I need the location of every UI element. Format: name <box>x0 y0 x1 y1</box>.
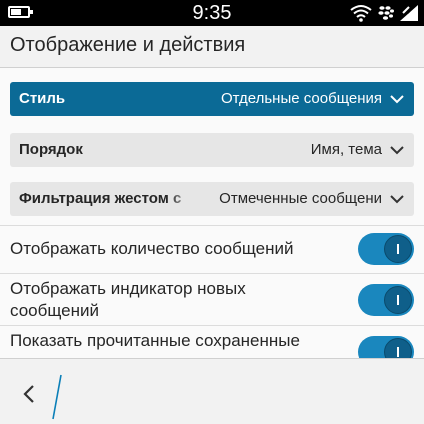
toggle-knob <box>384 235 412 263</box>
style-dropdown-label: Стиль <box>19 90 66 107</box>
message-count-toggle[interactable] <box>358 233 414 265</box>
blackberry-icon <box>378 6 394 20</box>
style-dropdown-value: Отдельные сообщения <box>220 90 382 107</box>
status-bar: 9:35 <box>0 0 424 26</box>
settings-list[interactable]: Стиль Отдельные сообщения Порядок Имя, т… <box>0 68 424 358</box>
chevron-down-icon <box>390 95 404 104</box>
toggle-knob <box>384 286 412 314</box>
title-bar: Отображение и действия <box>0 26 424 68</box>
action-bar-divider <box>52 374 62 420</box>
show-read-saved-row[interactable]: Показать прочитанные сохраненные <box>0 325 424 358</box>
new-indicator-row[interactable]: Отображать индикатор новых сообщений <box>0 273 424 325</box>
page-title: Отображение и действия <box>10 34 246 56</box>
style-dropdown[interactable]: Стиль Отдельные сообщения <box>10 82 414 116</box>
show-read-saved-label: Показать прочитанные сохраненные <box>10 331 300 350</box>
chevron-down-icon <box>390 195 404 204</box>
toggle-knob <box>384 338 412 358</box>
label-fade <box>168 182 208 216</box>
action-bar <box>0 358 424 424</box>
order-dropdown-value: Имя, тема <box>310 141 382 158</box>
order-dropdown[interactable]: Порядок Имя, тема <box>10 133 414 167</box>
gesture-filter-dropdown[interactable]: Фильтрация жестом с Отмеченные сообщени <box>10 182 414 216</box>
screen: 9:35 Отображение и действия Стиль Отдель… <box>0 0 424 424</box>
chevron-down-icon <box>390 146 404 155</box>
order-dropdown-label: Порядок <box>19 141 83 158</box>
gesture-filter-dropdown-value: Отмеченные сообщени <box>219 190 382 207</box>
signal-icon <box>400 5 418 21</box>
message-count-label: Отображать количество сообщений <box>10 239 294 258</box>
message-count-row[interactable]: Отображать количество сообщений <box>0 225 424 273</box>
new-indicator-toggle[interactable] <box>358 284 414 316</box>
new-indicator-label: Отображать индикатор новых сообщений <box>10 279 246 320</box>
show-read-saved-toggle[interactable] <box>358 336 414 358</box>
wifi-icon <box>350 5 372 22</box>
chevron-left-icon[interactable] <box>12 377 46 411</box>
